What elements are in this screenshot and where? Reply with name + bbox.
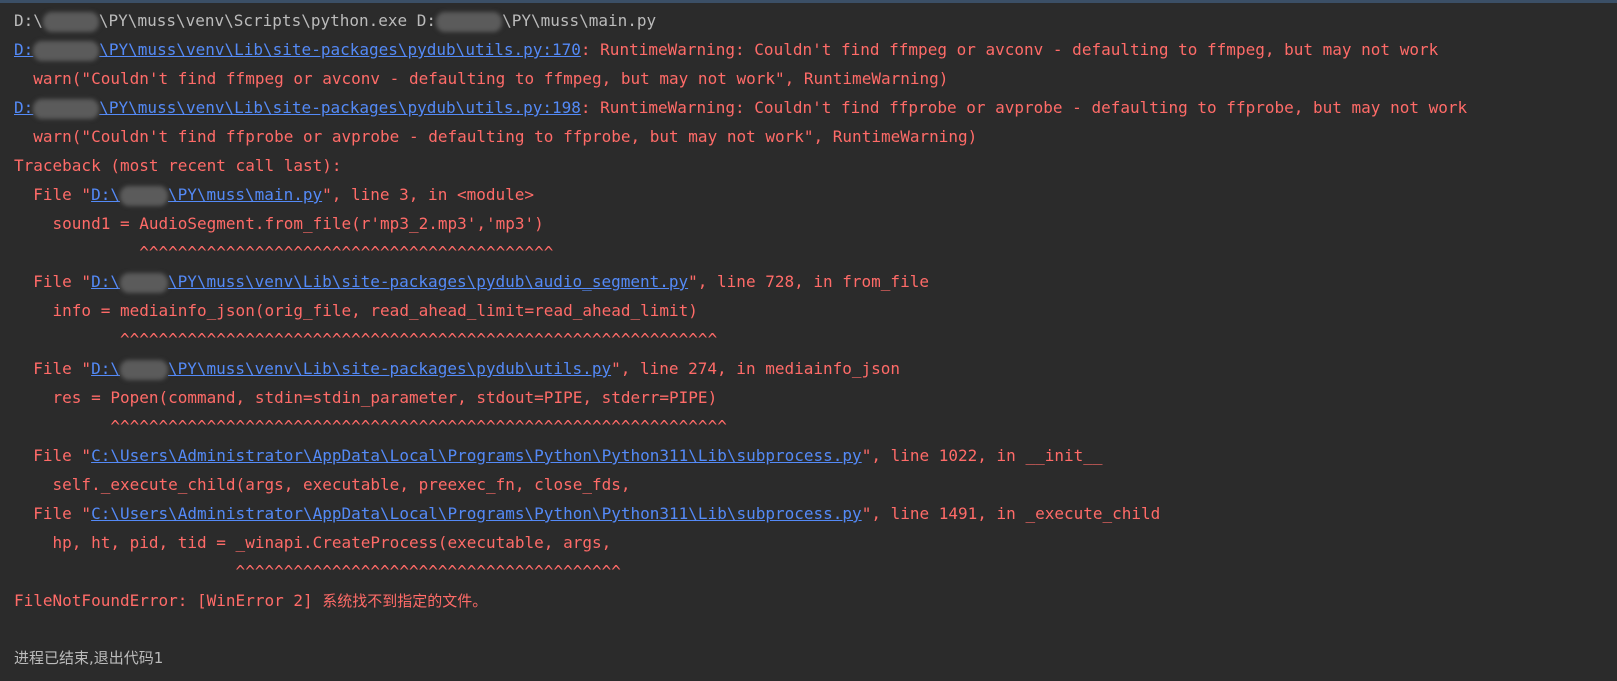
subprocess-py-link-1022[interactable]: C:\Users\Administrator\AppData\Local\Pro… (91, 446, 862, 465)
traceback-caret: ^^^^^^^^^^^^^^^^^^^^^^^^^^^^^^^^^^^^^^^^ (14, 562, 621, 581)
redacted-path-blur: xxxxxxx (42, 11, 99, 32)
warning-line: D:xxxxxxxx\PY\muss\venv\Lib\site-package… (14, 93, 1617, 122)
utils-py-link[interactable]: D:\xxxxxx\PY\muss\venv\Lib\site-packages… (91, 359, 611, 380)
traceback-frame-code: info = mediainfo_json(orig_file, read_ah… (14, 301, 698, 320)
command-middle: \PY\muss\venv\Scripts\python.exe D: (98, 11, 437, 30)
utils-line-170-link[interactable]: D:xxxxxxxx\PY\muss\venv\Lib\site-package… (14, 40, 581, 61)
warning-code-line: warn("Couldn't find ffmpeg or avconv - d… (14, 69, 949, 88)
process-exit-message: 进程已结束,退出代码1 (14, 649, 164, 667)
utils-line-198-link[interactable]: D:xxxxxxxx\PY\muss\venv\Lib\site-package… (14, 98, 581, 119)
traceback-frame-code: sound1 = AudioSegment.from_file(r'mp3_2.… (14, 214, 544, 233)
command-prefix: D:\ (14, 11, 43, 30)
subprocess-py-link-1491[interactable]: C:\Users\Administrator\AppData\Local\Pro… (91, 504, 862, 523)
console-top-border (0, 0, 1617, 3)
traceback-caret: ^^^^^^^^^^^^^^^^^^^^^^^^^^^^^^^^^^^^^^^^… (14, 330, 718, 349)
traceback-caret: ^^^^^^^^^^^^^^^^^^^^^^^^^^^^^^^^^^^^^^^^… (14, 417, 727, 436)
error-message: FileNotFoundError: [WinError 2] 系统找不到指定的… (14, 591, 488, 610)
warning-code-line: warn("Couldn't find ffprobe or avprobe -… (14, 127, 978, 146)
main-py-link[interactable]: D:\xxxxxx\PY\muss\main.py (91, 185, 322, 206)
traceback-frame-file: File "C:\Users\Administrator\AppData\Loc… (14, 504, 1161, 523)
redacted-path-blur: xxxxxxxx (436, 11, 503, 32)
warning-line: D:xxxxxxxx\PY\muss\venv\Lib\site-package… (14, 35, 1617, 64)
run-console-output[interactable]: D:\xxxxxxx\PY\muss\venv\Scripts\python.e… (14, 6, 1617, 673)
error-description: 系统找不到指定的文件。 (322, 592, 488, 610)
traceback-caret: ^^^^^^^^^^^^^^^^^^^^^^^^^^^^^^^^^^^^^^^^… (14, 243, 554, 262)
traceback-frame-file: File "C:\Users\Administrator\AppData\Loc… (14, 446, 1103, 465)
traceback-frame-code: hp, ht, pid, tid = _winapi.CreateProcess… (14, 533, 612, 552)
traceback-header: Traceback (most recent call last): (14, 156, 342, 175)
audio-segment-py-link[interactable]: D:\xxxxxx\PY\muss\venv\Lib\site-packages… (91, 272, 688, 293)
command-line: D:\xxxxxxx\PY\muss\venv\Scripts\python.e… (14, 6, 1617, 35)
traceback-frame-file: File "D:\xxxxxx\PY\muss\venv\Lib\site-pa… (14, 359, 901, 380)
redacted-path-blur: xxxxxxxx (33, 98, 100, 119)
redacted-path-blur: xxxxxx (119, 359, 168, 380)
traceback-frame-file: File "D:\xxxxxx\PY\muss\venv\Lib\site-pa… (14, 272, 929, 293)
traceback-frame-file: File "D:\xxxxxx\PY\muss\main.py", line 3… (14, 185, 535, 206)
command-suffix: \PY\muss\main.py (502, 11, 657, 30)
redacted-path-blur: xxxxxx (119, 272, 168, 293)
warning-message: : RuntimeWarning: Couldn't find ffprobe … (580, 98, 1468, 117)
redacted-path-blur: xxxxxx (119, 185, 168, 206)
traceback-frame-code: res = Popen(command, stdin=stdin_paramet… (14, 388, 718, 407)
redacted-path-blur: xxxxxxxx (33, 40, 100, 61)
traceback-frame-code: self._execute_child(args, executable, pr… (14, 475, 631, 494)
warning-message: : RuntimeWarning: Couldn't find ffmpeg o… (580, 40, 1439, 59)
